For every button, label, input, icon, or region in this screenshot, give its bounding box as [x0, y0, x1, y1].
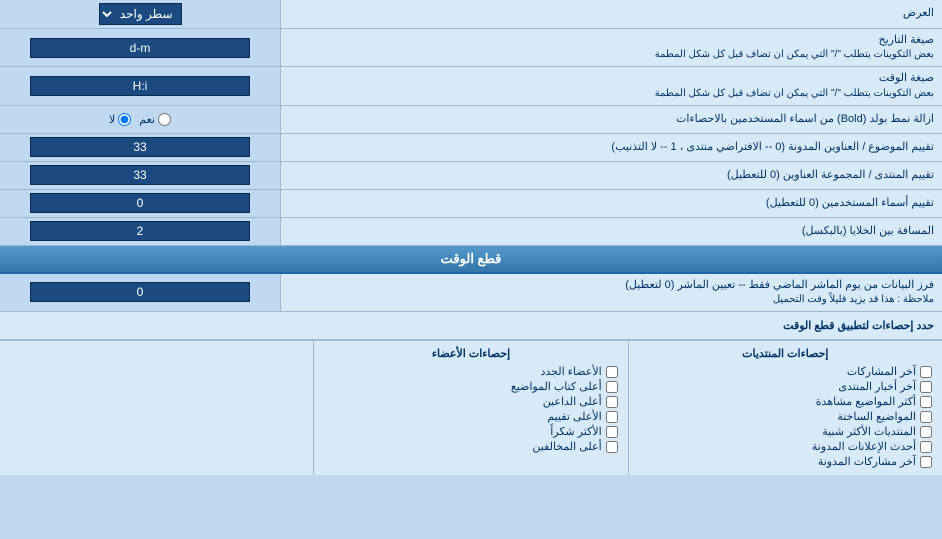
user-sort-input[interactable] [30, 193, 250, 213]
cb-last-posts[interactable] [920, 366, 932, 378]
cb-item-4: المواضيع الساخنة [639, 409, 932, 424]
forum-sort-label: تقييم المنتدى / المجموعة العناوين (0 للت… [727, 168, 934, 183]
cb-top-inviters-cb[interactable] [606, 396, 618, 408]
user-sort-label-cell: تقييم أسماء المستخدمين (0 للتعطيل) [280, 190, 942, 217]
time-format-note: بعض التكوينات يتطلب "/" التي يمكن ان تضا… [655, 87, 934, 101]
cb-top-inviters: أعلى الداعين [324, 394, 617, 409]
forum-sort-label-cell: تقييم المنتدى / المجموعة العناوين (0 للت… [280, 162, 942, 189]
timecut-filter-label: فرز البيانات من يوم الماشر الماضي فقط --… [625, 278, 934, 293]
stats-col-empty [0, 341, 313, 475]
cb-top-rated-cb[interactable] [606, 411, 618, 423]
date-format-input-cell [0, 29, 280, 66]
cell-spacing-input[interactable] [30, 221, 250, 241]
cb-latest-ads[interactable] [920, 441, 932, 453]
bold-remove-label: ازالة نمط بولد (Bold) من اسماء المستخدمي… [676, 112, 934, 127]
date-format-input[interactable] [30, 38, 250, 58]
forum-sort-input-cell [0, 162, 280, 189]
cb-top-violations-cb[interactable] [606, 441, 618, 453]
time-format-input-cell [0, 67, 280, 104]
cb-item-6: أحدث الإعلانات المدونة [639, 439, 932, 454]
date-format-label: صيغة التاريخ [655, 33, 934, 48]
cb-last-blog-posts[interactable] [920, 456, 932, 468]
bold-yes-label[interactable]: نعم [139, 113, 171, 126]
bold-no-label[interactable]: لا [109, 113, 131, 126]
subject-sort-input-cell [0, 134, 280, 161]
cb-new-members: الأعضاء الجدد [324, 364, 617, 379]
cb-top-writers: أعلى كتاب المواضيع [324, 379, 617, 394]
cell-spacing-label-cell: المسافة بين الخلايا (بالبكسل) [280, 218, 942, 245]
cb-last-news[interactable] [920, 381, 932, 393]
timecut-input[interactable] [30, 282, 250, 302]
forum-sort-input[interactable] [30, 165, 250, 185]
bold-yes-radio[interactable] [158, 113, 171, 126]
time-format-label-cell: صيغة الوقت بعض التكوينات يتطلب "/" التي … [280, 67, 942, 104]
timecut-section-header: قطع الوقت [0, 246, 942, 274]
cb-item-1: آخر المشاركات [639, 364, 932, 379]
single-line-select[interactable]: سطر واحد [99, 3, 182, 25]
timecut-note: ملاحظة : هذا قد يزيد قليلاً وقت التحميل [625, 293, 934, 307]
title-text: العرض [903, 6, 934, 21]
display-label: العرض [280, 0, 942, 28]
stats-col-forums-header: إحصاءات المنتديات [639, 347, 932, 360]
timecut-label-cell: فرز البيانات من يوم الماشر الماضي فقط --… [280, 274, 942, 311]
cb-most-thanked: الأكثر شكراً [324, 424, 617, 439]
stats-col-members: إحصاءات الأعضاء الأعضاء الجدد أعلى كتاب … [313, 341, 627, 475]
cell-spacing-label: المسافة بين الخلايا (بالبكسل) [802, 224, 934, 239]
subject-sort-label-cell: تقييم الموضوع / العناوين المدونة (0 -- ا… [280, 134, 942, 161]
cb-most-viewed[interactable] [920, 396, 932, 408]
cb-most-similar[interactable] [920, 426, 932, 438]
bold-no-radio[interactable] [118, 113, 131, 126]
stats-col-forums: إحصاءات المنتديات آخر المشاركات آخر أخبا… [628, 341, 942, 475]
cb-top-rated: الأعلى تقييم [324, 409, 617, 424]
cb-new-members-cb[interactable] [606, 366, 618, 378]
date-format-label-cell: صيغة التاريخ بعض التكوينات يتطلب "/" الت… [280, 29, 942, 66]
date-format-note: بعض التكوينات يتطلب "/" التي يمكن ان تضا… [655, 48, 934, 62]
stats-col-members-header: إحصاءات الأعضاء [324, 347, 617, 360]
user-sort-input-cell [0, 190, 280, 217]
cb-most-thanked-cb[interactable] [606, 426, 618, 438]
bold-remove-input-cell: نعم لا [0, 106, 280, 133]
cb-top-writers-cb[interactable] [606, 381, 618, 393]
bold-remove-radio-group: نعم لا [109, 113, 171, 126]
bold-remove-label-cell: ازالة نمط بولد (Bold) من اسماء المستخدمي… [280, 106, 942, 133]
cb-top-violations: أعلى المخالفين [324, 439, 617, 454]
time-format-label: صيغة الوقت [655, 71, 934, 86]
timecut-input-cell [0, 274, 280, 311]
stats-limit-label: حدد إحصاءات لتطبيق قطع الوقت [783, 319, 934, 332]
cb-item-2: آخر أخبار المنتدى [639, 379, 932, 394]
user-sort-label: تقييم أسماء المستخدمين (0 للتعطيل) [766, 196, 934, 211]
stats-limit-label-cell: حدد إحصاءات لتطبيق قطع الوقت [0, 312, 942, 339]
cb-item-3: أكثر المواضيع مشاهدة [639, 394, 932, 409]
subject-sort-label: تقييم الموضوع / العناوين المدونة (0 -- ا… [611, 140, 934, 155]
single-line-cell: سطر واحد [0, 0, 280, 28]
subject-sort-input[interactable] [30, 137, 250, 157]
time-format-input[interactable] [30, 76, 250, 96]
cb-item-7: آخر مشاركات المدونة [639, 454, 932, 469]
cb-hot-topics[interactable] [920, 411, 932, 423]
cell-spacing-input-cell [0, 218, 280, 245]
cb-item-5: المنتديات الأكثر شبية [639, 424, 932, 439]
